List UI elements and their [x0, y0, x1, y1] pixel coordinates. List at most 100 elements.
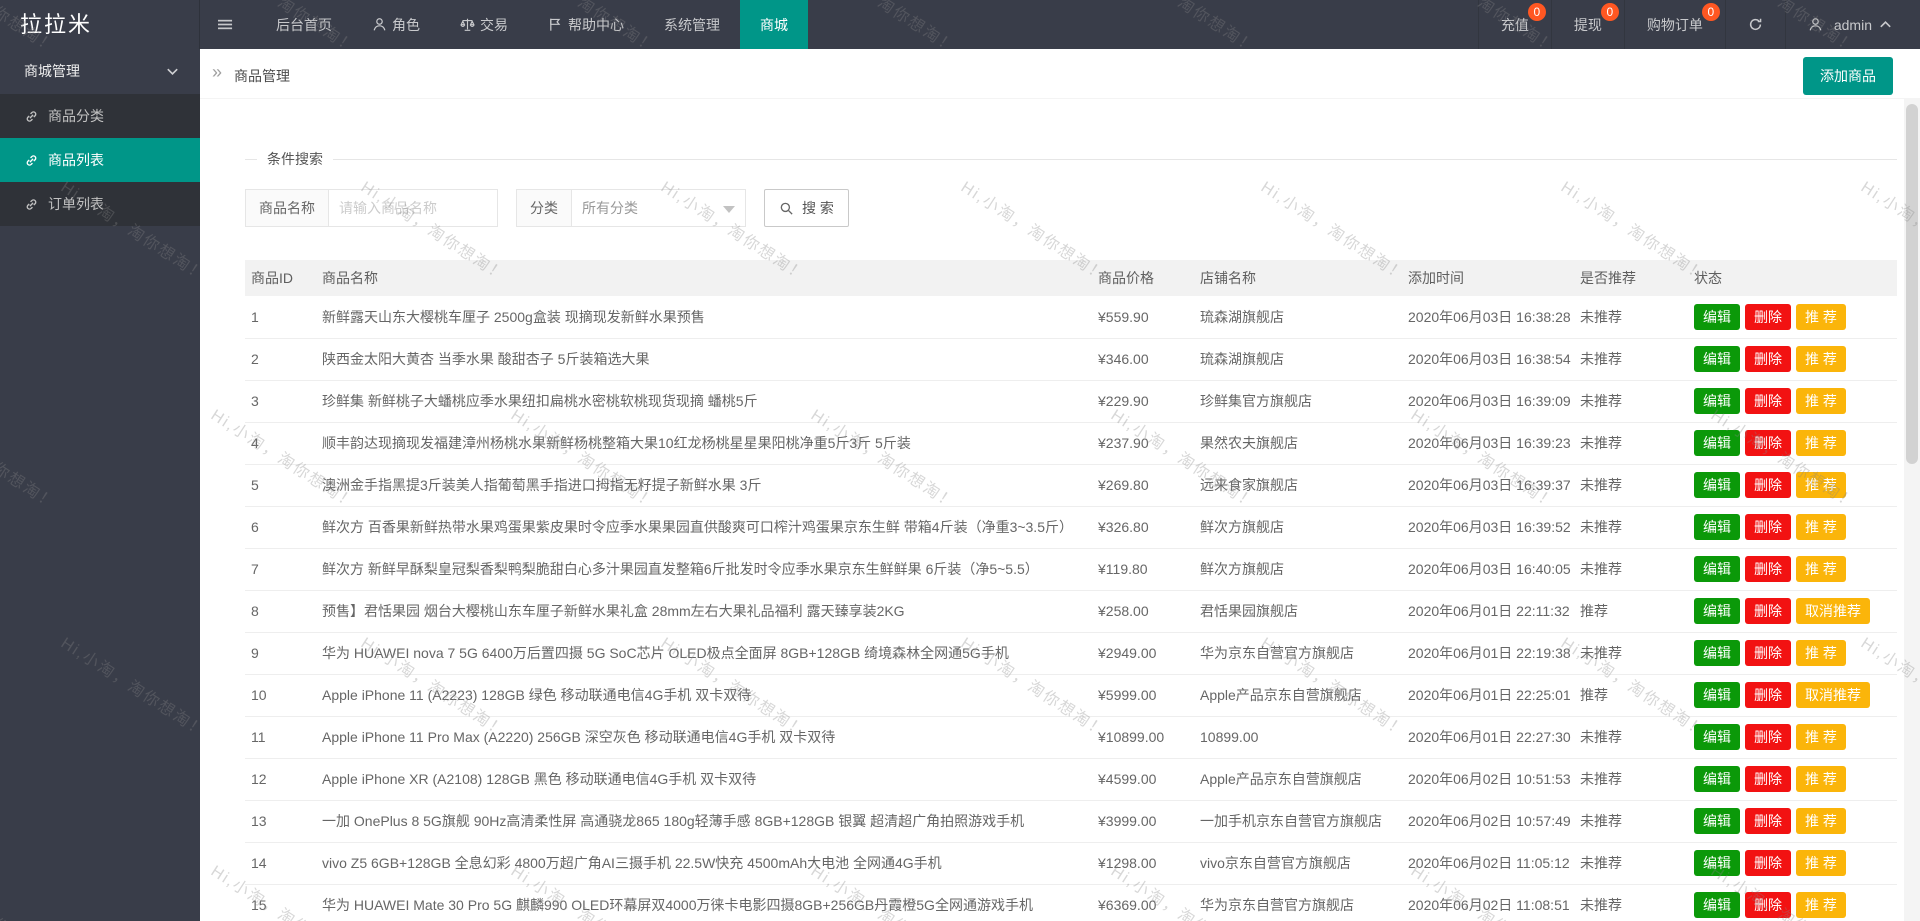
- delete-button[interactable]: 删除: [1745, 850, 1791, 876]
- product-price: ¥1298.00: [1092, 842, 1194, 884]
- recommend-button[interactable]: 推 荐: [1796, 766, 1846, 792]
- row-actions: 编辑删除推 荐: [1688, 884, 1897, 921]
- edit-button[interactable]: 编辑: [1694, 598, 1740, 624]
- cancel-recommend-button[interactable]: 取消推荐: [1796, 598, 1870, 624]
- product-id: 10: [245, 674, 316, 716]
- delete-button[interactable]: 删除: [1745, 598, 1791, 624]
- add-product-button[interactable]: 添加商品: [1803, 57, 1893, 95]
- recommend-button[interactable]: 推 荐: [1796, 388, 1846, 414]
- recommend-button[interactable]: 推 荐: [1796, 808, 1846, 834]
- scrollbar-thumb[interactable]: [1906, 104, 1918, 464]
- edit-button[interactable]: 编辑: [1694, 472, 1740, 498]
- edit-button[interactable]: 编辑: [1694, 640, 1740, 666]
- nav-item-withdraw[interactable]: 提现0: [1551, 0, 1624, 49]
- recommend-button[interactable]: 推 荐: [1796, 892, 1846, 918]
- product-id: 7: [245, 548, 316, 590]
- recommend-button[interactable]: 推 荐: [1796, 514, 1846, 540]
- delete-button[interactable]: 删除: [1745, 430, 1791, 456]
- recommend-button[interactable]: 推 荐: [1796, 724, 1846, 750]
- edit-button[interactable]: 编辑: [1694, 430, 1740, 456]
- delete-button[interactable]: 删除: [1745, 556, 1791, 582]
- delete-button[interactable]: 删除: [1745, 514, 1791, 540]
- search-button[interactable]: 搜 索: [764, 189, 849, 227]
- delete-button[interactable]: 删除: [1745, 766, 1791, 792]
- delete-button[interactable]: 删除: [1745, 640, 1791, 666]
- shop-name: Apple产品京东自营旗舰店: [1194, 758, 1402, 800]
- edit-button[interactable]: 编辑: [1694, 808, 1740, 834]
- product-name: vivo Z5 6GB+128GB 全息幻彩 4800万超广角AI三摄手机 22…: [316, 842, 1092, 884]
- sidebar-group-label: 商城管理: [24, 63, 80, 79]
- recommend-button[interactable]: 推 荐: [1796, 556, 1846, 582]
- nav-item-label: 帮助中心: [568, 15, 624, 35]
- cancel-recommend-button[interactable]: 取消推荐: [1796, 682, 1870, 708]
- edit-button[interactable]: 编辑: [1694, 724, 1740, 750]
- nav-item-shop-orders[interactable]: 购物订单0: [1624, 0, 1725, 49]
- delete-button[interactable]: 删除: [1745, 682, 1791, 708]
- row-actions: 编辑删除推 荐: [1688, 506, 1897, 548]
- delete-button[interactable]: 删除: [1745, 388, 1791, 414]
- vertical-scrollbar[interactable]: [1904, 99, 1920, 921]
- delete-button[interactable]: 删除: [1745, 808, 1791, 834]
- product-name-label: 商品名称: [245, 189, 329, 227]
- edit-button[interactable]: 编辑: [1694, 304, 1740, 330]
- delete-button[interactable]: 删除: [1745, 472, 1791, 498]
- sidebar-group-mall-management[interactable]: 商城管理: [0, 49, 200, 94]
- main-nav: 后台首页角色交易 帮助中心系统管理商城: [256, 0, 808, 49]
- edit-button[interactable]: 编辑: [1694, 766, 1740, 792]
- edit-button[interactable]: 编辑: [1694, 892, 1740, 918]
- search-icon: [779, 201, 794, 216]
- product-name: 鲜次方 新鲜早酥梨皇冠梨香梨鸭梨脆甜白心多汁果园直发整箱6斤批发时令应季水果京东…: [316, 548, 1092, 590]
- product-name-input[interactable]: [328, 189, 498, 227]
- edit-button[interactable]: 编辑: [1694, 514, 1740, 540]
- shop-name: 琉森湖旗舰店: [1194, 338, 1402, 380]
- created-time: 2020年06月03日 16:39:23: [1402, 422, 1574, 464]
- hamburger-menu-button[interactable]: [200, 0, 256, 49]
- delete-button[interactable]: 删除: [1745, 346, 1791, 372]
- product-row: 1新鲜露天山东大樱桃车厘子 2500g盒装 现摘现发新鲜水果预售¥559.90琉…: [245, 296, 1897, 338]
- product-price: ¥237.90: [1092, 422, 1194, 464]
- page-body: 条件搜索 商品名称 分类 所有分类 搜 索: [200, 149, 1920, 921]
- nav-item-recharge[interactable]: 充值0: [1478, 0, 1551, 49]
- recommend-button[interactable]: 推 荐: [1796, 472, 1846, 498]
- user-menu[interactable]: admin: [1785, 0, 1920, 49]
- category-select[interactable]: 所有分类: [571, 189, 746, 227]
- edit-button[interactable]: 编辑: [1694, 346, 1740, 372]
- recommend-button[interactable]: 推 荐: [1796, 850, 1846, 876]
- recommend-button[interactable]: 推 荐: [1796, 304, 1846, 330]
- scales-icon: [460, 17, 475, 32]
- edit-button[interactable]: 编辑: [1694, 850, 1740, 876]
- edit-button[interactable]: 编辑: [1694, 682, 1740, 708]
- sidebar-item-product-list[interactable]: 商品列表: [0, 138, 200, 182]
- nav-item-label: 商城: [760, 15, 788, 35]
- nav-item-help-center[interactable]: 帮助中心: [528, 0, 644, 49]
- delete-button[interactable]: 删除: [1745, 724, 1791, 750]
- product-row: 12Apple iPhone XR (A2108) 128GB 黑色 移动联通电…: [245, 758, 1897, 800]
- recommend-button[interactable]: 推 荐: [1796, 430, 1846, 456]
- nav-item-system-management[interactable]: 系统管理: [644, 0, 740, 49]
- link-icon: [24, 197, 39, 212]
- delete-button[interactable]: 删除: [1745, 892, 1791, 918]
- created-time: 2020年06月02日 10:51:53: [1402, 758, 1574, 800]
- refresh-button[interactable]: [1725, 0, 1785, 49]
- recommend-button[interactable]: 推 荐: [1796, 640, 1846, 666]
- product-name: 陕西金太阳大黄杏 当季水果 酸甜杏子 5斤装箱选大果: [316, 338, 1092, 380]
- nav-item-dashboard[interactable]: 后台首页: [256, 0, 352, 49]
- edit-button[interactable]: 编辑: [1694, 388, 1740, 414]
- sidebar-item-order-list[interactable]: 订单列表: [0, 182, 200, 226]
- notification-badge: 0: [1528, 3, 1546, 21]
- nav-item-roles[interactable]: 角色: [352, 0, 440, 49]
- shop-name: 琉森湖旗舰店: [1194, 296, 1402, 338]
- sidebar-item-product-categories[interactable]: 商品分类: [0, 94, 200, 138]
- product-name: 一加 OnePlus 8 5G旗舰 90Hz高清柔性屏 高通骁龙865 180g…: [316, 800, 1092, 842]
- recommend-status: 推荐: [1574, 674, 1688, 716]
- nav-item-mall[interactable]: 商城: [740, 0, 808, 49]
- nav-item-trade[interactable]: 交易: [440, 0, 528, 49]
- row-actions: 编辑删除推 荐: [1688, 758, 1897, 800]
- recommend-button[interactable]: 推 荐: [1796, 346, 1846, 372]
- delete-button[interactable]: 删除: [1745, 304, 1791, 330]
- product-row: 2陕西金太阳大黄杏 当季水果 酸甜杏子 5斤装箱选大果¥346.00琉森湖旗舰店…: [245, 338, 1897, 380]
- created-time: 2020年06月01日 22:11:32: [1402, 590, 1574, 632]
- edit-button[interactable]: 编辑: [1694, 556, 1740, 582]
- shop-name: 鲜次方旗舰店: [1194, 548, 1402, 590]
- category-label: 分类: [516, 189, 572, 227]
